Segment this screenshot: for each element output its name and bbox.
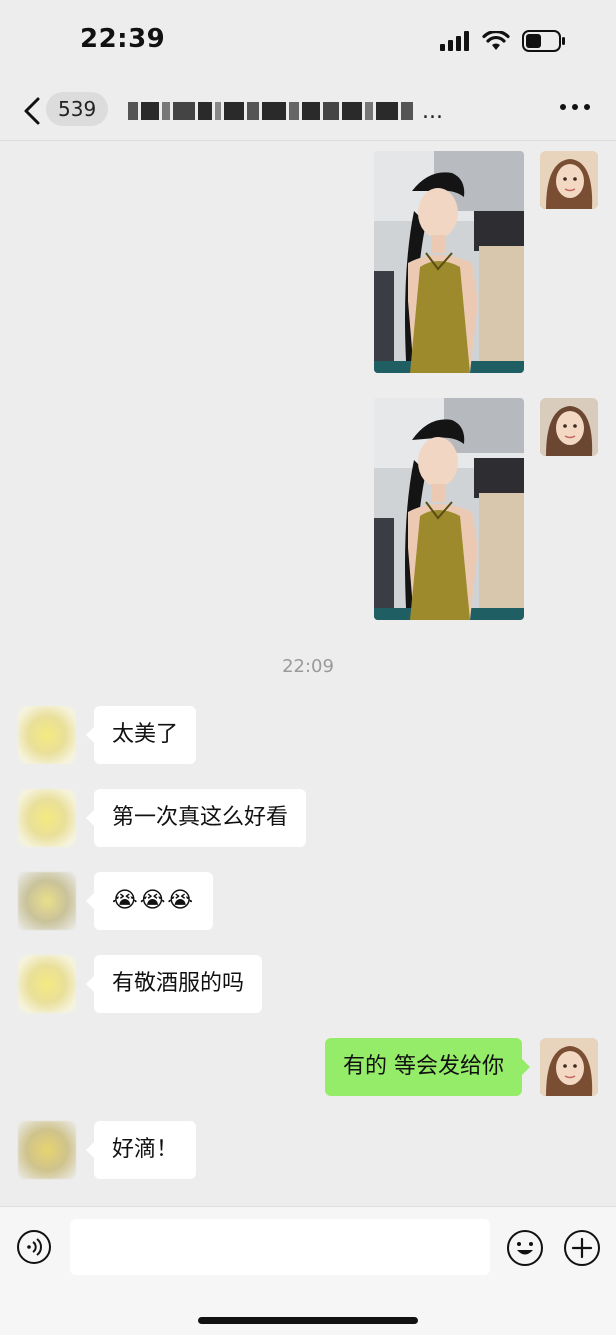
message-timestamp: 22:09 <box>282 656 334 677</box>
message-bubble-outgoing[interactable]: 有的 等会发给你 <box>325 1038 530 1096</box>
status-icons <box>440 30 566 52</box>
message-bubble-incoming[interactable]: 好滴！ <box>85 1121 197 1179</box>
emoji-icon[interactable] <box>506 1229 544 1267</box>
input-bar <box>0 1206 616 1335</box>
my-avatar[interactable] <box>540 1038 598 1096</box>
photo-message[interactable] <box>374 398 524 620</box>
plus-icon[interactable] <box>563 1229 601 1267</box>
back-icon[interactable] <box>18 94 46 128</box>
contact-avatar[interactable] <box>18 1121 76 1179</box>
status-bar: 22:39 <box>0 0 616 84</box>
more-icon[interactable] <box>560 104 590 110</box>
portrait-photo <box>374 398 524 620</box>
signal-icon <box>440 31 469 51</box>
contact-avatar[interactable] <box>18 789 76 847</box>
contact-avatar[interactable] <box>18 872 76 930</box>
home-indicator <box>198 1317 418 1324</box>
my-avatar[interactable] <box>540 398 598 456</box>
my-avatar[interactable] <box>540 151 598 209</box>
message-bubble-incoming-emoji[interactable]: 😭😭😭 <box>85 872 214 930</box>
message-bubble-incoming[interactable]: 太美了 <box>85 706 197 764</box>
photo-message[interactable] <box>374 151 524 373</box>
status-time: 22:39 <box>80 24 166 54</box>
battery-icon <box>522 30 565 52</box>
wifi-icon <box>482 31 510 50</box>
message-list[interactable]: 22:09 太美了 第一次真这么好看 😭😭😭 有敬酒服的吗 有的 等会发给你 好… <box>0 140 616 1205</box>
message-bubble-incoming[interactable]: 有敬酒服的吗 <box>85 955 263 1013</box>
avatar-face <box>540 398 598 456</box>
unread-count-badge[interactable]: 539 <box>46 92 109 126</box>
avatar-face <box>540 151 598 209</box>
message-bubble-incoming[interactable]: 第一次真这么好看 <box>85 789 307 847</box>
contact-avatar[interactable] <box>18 955 76 1013</box>
portrait-photo <box>374 151 524 373</box>
chat-title-obscured: ... <box>128 96 498 126</box>
contact-avatar[interactable] <box>18 706 76 764</box>
message-input[interactable] <box>70 1219 490 1275</box>
avatar-face <box>540 1038 598 1096</box>
voice-icon[interactable] <box>16 1229 52 1265</box>
chat-header: 539 ... <box>0 84 616 141</box>
